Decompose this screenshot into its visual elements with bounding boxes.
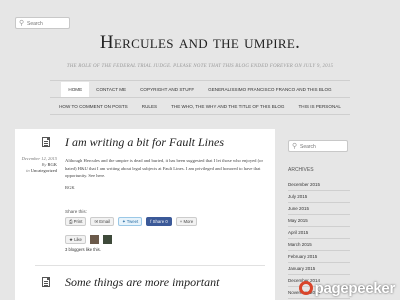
tweet-button[interactable]: ✦ Tweet [118,217,143,226]
archive-link[interactable]: June 2015 [288,203,350,215]
watermark-text-peeker: peeker [348,280,395,297]
post-meta: December 12, 2015 By RGK in Uncategorize… [19,156,57,174]
pagepeeker-watermark: pagepeeker [298,280,395,297]
post-divider [35,265,265,266]
archive-link[interactable]: March 2015 [288,239,350,251]
nav-item-home[interactable]: Home [61,81,90,97]
archive-link[interactable]: February 2015 [288,251,350,263]
post-body: Although Hercules and the umpire is dead… [65,158,263,178]
nav-row-1: Home Contact Me Copyright and stuff Gene… [50,81,350,97]
liker-avatar[interactable] [89,235,99,244]
post-author-link[interactable]: RGK [47,162,57,167]
sidebar: ⚲ Archives December 2015 July 2015 June … [285,129,385,300]
nav-item-about-blog[interactable]: The who, the why and the title of this b… [164,104,291,109]
pagepeeker-logo-icon [298,281,313,295]
facebook-share-button[interactable]: f Share 0 [146,217,172,226]
search-icon: ⚲ [19,19,25,27]
archive-link[interactable]: May 2015 [288,215,350,227]
twitter-bird-icon: ✦ [122,219,126,224]
plus-icon: + [179,219,183,224]
archive-link[interactable]: July 2015 [288,191,350,203]
watermark-text-page: page [314,280,349,297]
sidebar-search-box[interactable]: ⚲ [288,140,348,152]
header-search-input[interactable] [27,19,67,28]
nav-divider [50,114,350,115]
nav-item-generalissimo[interactable]: Generalissimo Francisco Franco and this … [201,87,338,92]
archive-link[interactable]: January 2015 [288,263,350,275]
like-button[interactable]: ★ Like [65,235,86,244]
facebook-share-label: Share 0 [152,219,168,224]
post-signature: RGK [65,185,75,190]
nav-item-contact[interactable]: Contact Me [89,87,133,92]
in-label: in [26,168,30,173]
archives-heading: Archives [288,167,314,173]
main-content: I am writing a bit for Fault Lines Decem… [15,129,275,300]
email-button[interactable]: ✉ Email [90,217,115,226]
likes-summary: 3 bloggers like this. [65,247,101,252]
by-label: By [41,162,47,167]
nav-item-rules[interactable]: Rules [135,104,164,109]
second-post-title[interactable]: Some things are more important [65,275,219,290]
standard-post-icon [42,137,50,147]
facebook-icon: f [150,219,152,224]
nav-row-2: How to comment on posts Rules The who, t… [50,98,350,114]
archive-link[interactable]: December 2015 [288,179,350,191]
star-icon: ★ [69,237,73,242]
bloggers-count-link[interactable]: 3 bloggers [65,247,85,252]
nav-item-personal[interactable]: This is personal [292,104,348,109]
sidebar-search-input[interactable] [300,142,345,151]
bloggers-suffix: like this. [85,247,101,252]
site-tagline: The role of the federal trial judge. Ple… [66,64,334,69]
nav-item-how-to-comment[interactable]: How to comment on posts [52,104,135,109]
share-heading: Share this: [65,209,87,214]
liker-avatar[interactable] [102,235,112,244]
like-row: ★ Like [65,235,112,244]
nav-item-copyright[interactable]: Copyright and stuff [133,87,201,92]
print-icon: ⎙ [69,219,73,224]
search-icon: ⚲ [292,142,298,150]
email-button-label: Email [99,219,111,224]
more-button-label: More [183,219,194,224]
standard-post-icon [42,277,50,287]
post-category-link[interactable]: Uncategorized [31,168,57,173]
site-title[interactable]: Hercules and the umpire. [0,32,400,54]
post-title[interactable]: I am writing a bit for Fault Lines [65,135,224,150]
archive-link[interactable]: April 2015 [288,227,350,239]
print-button[interactable]: ⎙ Print [65,217,87,226]
header-search-box[interactable]: ⚲ [15,17,70,29]
main-navigation: Home Contact Me Copyright and stuff Gene… [50,80,350,115]
tweet-button-label: Tweet [126,219,139,224]
like-button-label: Like [74,237,82,242]
more-share-button[interactable]: + More [175,217,198,226]
email-icon: ✉ [94,219,99,224]
print-button-label: Print [73,219,83,224]
share-buttons: ⎙ Print ✉ Email ✦ Tweet f Share 0 + More [65,217,198,226]
